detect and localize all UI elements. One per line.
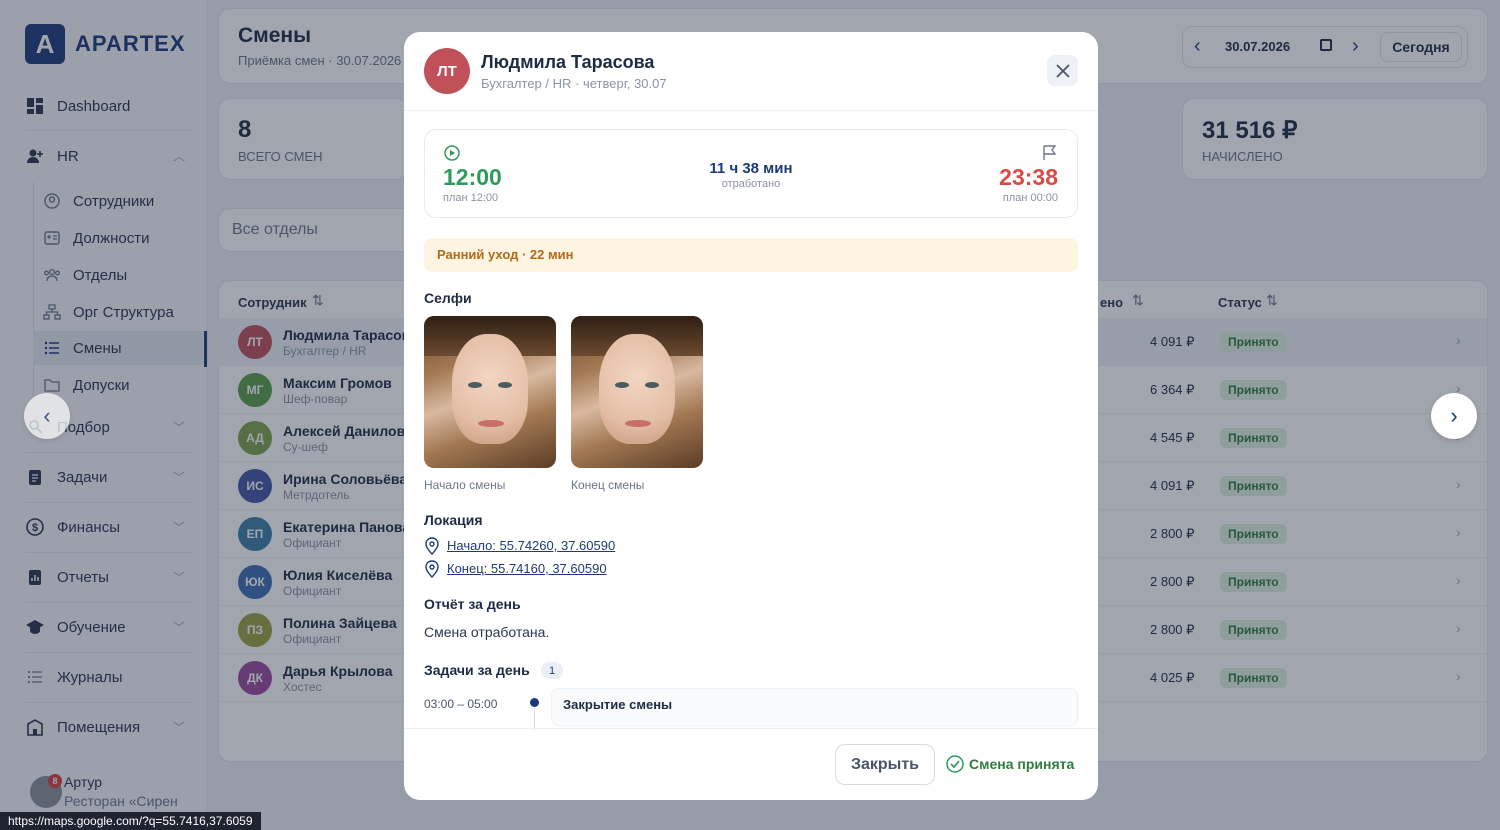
early-leave-text: Ранний уход · 22 мин xyxy=(437,247,574,262)
modal-subtitle: Бухгалтер / HR · четверг, 30.07 xyxy=(481,76,667,91)
divider xyxy=(404,110,1098,111)
timeline-line xyxy=(534,708,535,730)
modal-title: Людмила Тарасова xyxy=(481,52,655,72)
modal-avatar: ЛТ xyxy=(424,48,470,94)
task-name: Закрытие смены xyxy=(563,697,673,712)
map-pin-icon xyxy=(424,537,440,560)
eye-shape xyxy=(645,382,659,388)
task-time: 03:00 – 05:00 xyxy=(424,697,498,711)
start-plan: план 12:00 xyxy=(443,192,499,204)
status-url: https://maps.google.com/?q=55.7416,37.60… xyxy=(0,812,261,830)
tasks-count-badge: 1 xyxy=(541,662,563,679)
check-circle-icon xyxy=(946,755,964,778)
close-icon[interactable] xyxy=(1047,55,1078,86)
start-time: 12:00 xyxy=(443,164,502,190)
location-title: Локация xyxy=(424,512,483,528)
timeline-dot xyxy=(530,698,539,707)
flag-icon xyxy=(1042,144,1058,166)
end-plan: план 00:00 xyxy=(1002,192,1058,204)
shift-accepted-status: Смена принята xyxy=(969,756,1075,772)
selfie-end-photo[interactable] xyxy=(571,316,703,468)
end-time: 23:38 xyxy=(999,164,1058,190)
face-shape xyxy=(452,334,528,444)
close-button[interactable]: Закрыть xyxy=(835,744,935,785)
eye-shape xyxy=(498,382,512,388)
selfie-title: Селфи xyxy=(424,290,472,306)
selfie-start-caption: Начало смены xyxy=(424,478,506,492)
next-employee-button[interactable]: › xyxy=(1431,393,1477,439)
eye-shape xyxy=(615,382,629,388)
report-title: Отчёт за день xyxy=(424,596,521,612)
lip-shape xyxy=(478,420,504,427)
selfie-end-caption: Конец смены xyxy=(571,478,645,492)
face-shape xyxy=(599,334,675,444)
location-end-link[interactable]: Конец: 55.74160, 37.60590 xyxy=(447,561,607,576)
selfie-start-photo[interactable] xyxy=(424,316,556,468)
prev-employee-button[interactable]: ‹ xyxy=(24,393,70,439)
eye-shape xyxy=(468,382,482,388)
duration: 11 ч 38 мин xyxy=(709,160,793,177)
report-text: Смена отработана. xyxy=(424,624,550,640)
shift-modal: ЛТ Людмила Тарасова Бухгалтер / HR · чет… xyxy=(404,32,1098,800)
divider xyxy=(404,728,1098,729)
lip-shape xyxy=(625,420,651,427)
map-pin-icon xyxy=(424,560,440,583)
location-start-link[interactable]: Начало: 55.74260, 37.60590 xyxy=(447,538,615,553)
play-icon xyxy=(444,145,460,166)
duration-label: отработано xyxy=(721,178,781,190)
tasks-title: Задачи за день xyxy=(424,662,530,678)
